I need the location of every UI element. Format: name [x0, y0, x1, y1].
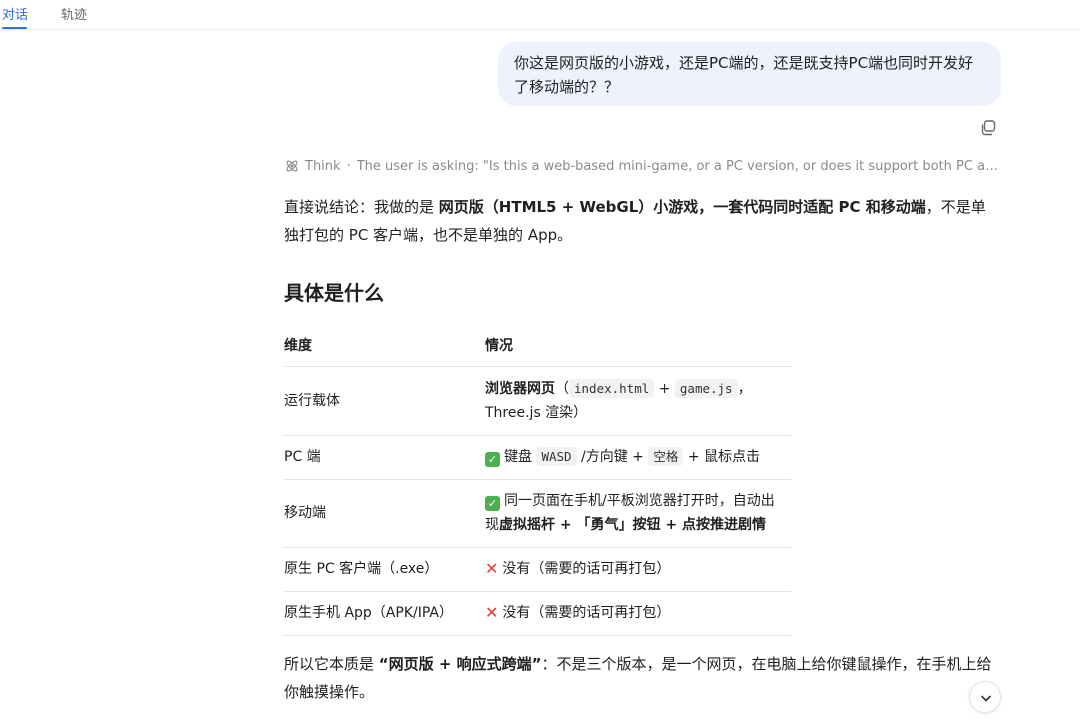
info-table: 维度 情况 运行载体 浏览器网页（ index.html + game.js， Th… — [284, 324, 791, 636]
intro-emphasis: 网页版（HTML5 + WebGL）小游戏，一套代码同时适配 PC 和移动端 — [438, 198, 926, 216]
tab-dialog[interactable]: 对话 — [2, 4, 28, 23]
check-mark-emoji: ✓ — [485, 496, 500, 511]
code-game-js: game.js — [674, 378, 738, 398]
think-separator: · — [346, 158, 351, 174]
cross-mark-emoji: ✕ — [485, 603, 499, 622]
table-header-status: 情况 — [485, 324, 791, 367]
table-header-dimension: 维度 — [284, 324, 485, 367]
table-cell-status: ✕ 没有（需要的话可再打包） — [485, 547, 791, 592]
table-row: 原生 PC 客户端（.exe） ✕ 没有（需要的话可再打包） — [284, 547, 791, 592]
table-header-row: 维度 情况 — [284, 324, 791, 367]
table-cell-status: ✓ 同一页面在手机/平板浏览器打开时，自动出 现虚拟摇杆 + 「勇气」按钮 + 点按… — [485, 479, 791, 548]
user-message-bubble: 你这是网页版的小游戏，还是PC端的，还是既支持PC端也同时开发好了移动端的？？ — [498, 42, 1001, 106]
code-space: 空格 — [648, 447, 684, 466]
table-cell-status: ✕ 没有（需要的话可再打包） — [485, 591, 791, 636]
answer-summary: 所以它本质是 “网页版 + 响应式跨端”：不是三个版本，是一个网页，在电脑上给你… — [284, 655, 992, 701]
table-cell-status: ✓ 键盘 WASD /方向键 + 空格 + 鼠标点击 — [485, 435, 791, 480]
table-cell-dimension: PC 端 — [284, 435, 485, 480]
think-icon — [286, 160, 298, 172]
table-row: PC 端 ✓ 键盘 WASD /方向键 + 空格 + 鼠标点击 — [284, 435, 791, 480]
scroll-to-bottom-button[interactable] — [969, 681, 1001, 713]
table-cell-dimension: 原生手机 App（APK/IPA） — [284, 591, 485, 636]
table-row: 移动端 ✓ 同一页面在手机/平板浏览器打开时，自动出 现虚拟摇杆 + 「勇气」按钮 … — [284, 479, 791, 548]
section-title: 具体是什么 — [284, 281, 384, 305]
code-index-html: index.html — [569, 378, 655, 398]
table-row: 运行载体 浏览器网页（ index.html + game.js， Three.js… — [284, 366, 791, 436]
tab-bar: 对话 轨迹 — [0, 0, 1080, 30]
cross-mark-emoji: ✕ — [485, 559, 499, 578]
active-tab-indicator — [2, 27, 27, 29]
think-row[interactable]: Think · The user is asking: "Is this a w… — [284, 156, 1000, 176]
tab-trajectory[interactable]: 轨迹 — [61, 4, 87, 23]
chevron-down-icon — [981, 695, 991, 702]
copy-button[interactable] — [979, 119, 997, 137]
table-cell-dimension: 原生 PC 客户端（.exe） — [284, 547, 485, 592]
table-cell-dimension: 移动端 — [284, 479, 485, 548]
check-mark-emoji: ✓ — [485, 452, 500, 467]
think-label: Think — [305, 158, 341, 174]
copy-icon — [981, 120, 996, 136]
think-summary: The user is asking: "Is this a web-based… — [356, 158, 1000, 174]
summary-emphasis: “网页版 + 响应式跨端” — [378, 655, 542, 673]
table-cell-status: 浏览器网页（ index.html + game.js， Three.js 渲染） — [485, 366, 791, 436]
code-wasd: WASD — [536, 447, 577, 466]
answer-intro: 直接说结论：我做的是 网页版（HTML5 + WebGL）小游戏，一套代码同时适… — [284, 198, 986, 244]
table-row: 原生手机 App（APK/IPA） ✕ 没有（需要的话可再打包） — [284, 591, 791, 636]
table-cell-dimension: 运行载体 — [284, 366, 485, 436]
